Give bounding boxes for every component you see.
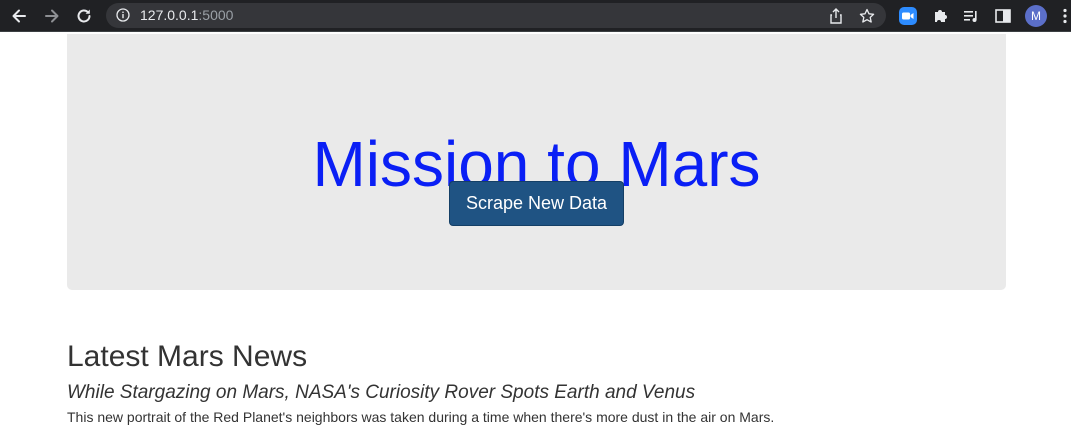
media-queue-icon[interactable] — [959, 4, 983, 28]
forward-arrow-icon[interactable] — [40, 4, 64, 28]
news-section-heading: Latest Mars News — [67, 340, 308, 373]
browser-toolbar: 127.0.0.1:5000 M — [0, 0, 1071, 32]
hero-jumbotron: Mission to Mars Scrape New Data — [67, 34, 1006, 290]
profile-avatar[interactable]: M — [1025, 5, 1047, 27]
reload-icon[interactable] — [72, 4, 96, 28]
url-port: :5000 — [198, 7, 234, 23]
side-panel-icon[interactable] — [991, 4, 1015, 28]
url-host: 127.0.0.1 — [140, 7, 199, 23]
scrape-new-data-button[interactable]: Scrape New Data — [449, 181, 624, 226]
news-article-title: While Stargazing on Mars, NASA's Curiosi… — [67, 382, 696, 403]
back-arrow-icon[interactable] — [7, 4, 31, 28]
share-icon[interactable] — [826, 6, 846, 26]
extensions-puzzle-icon[interactable] — [928, 4, 952, 28]
url-text: 127.0.0.1:5000 — [140, 7, 233, 24]
info-icon[interactable] — [116, 8, 130, 22]
more-menu-icon[interactable] — [1058, 4, 1071, 28]
bookmark-star-icon[interactable] — [857, 6, 877, 26]
zoom-extension-icon[interactable] — [899, 7, 917, 25]
address-bar[interactable]: 127.0.0.1:5000 — [106, 3, 886, 28]
news-article-paragraph: This new portrait of the Red Planet's ne… — [67, 409, 775, 425]
